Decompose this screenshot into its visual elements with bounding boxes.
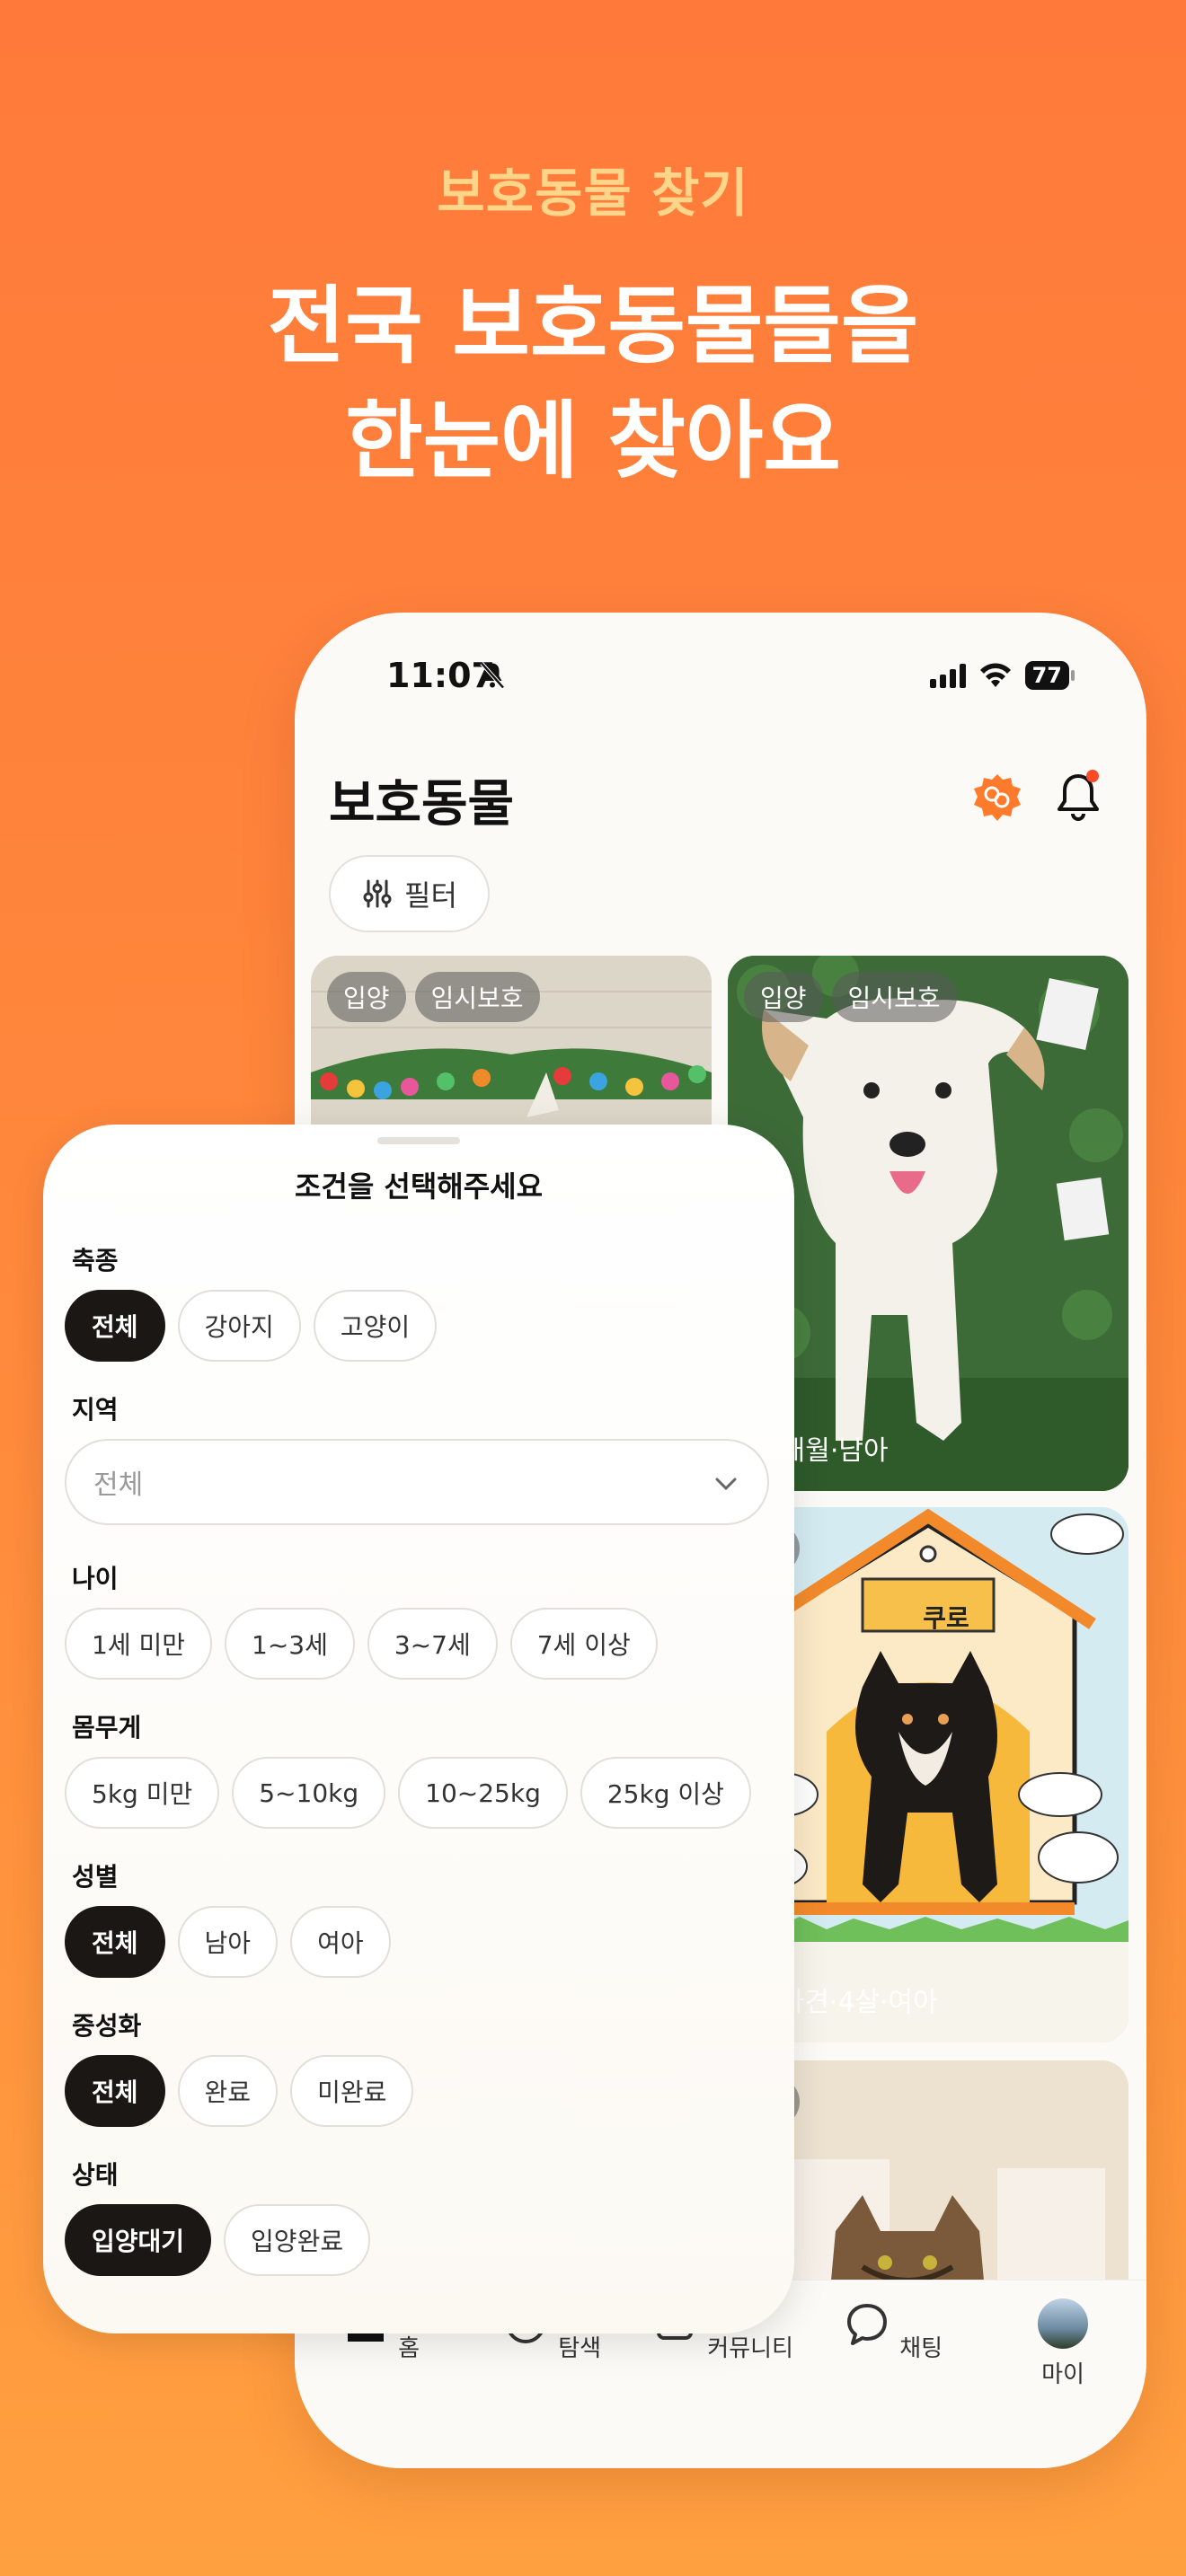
sex-chip-all[interactable]: 전체 (65, 1906, 165, 1978)
tag-adopt: 입양 (744, 972, 823, 1022)
tab-label: 마이 (1041, 2361, 1084, 2388)
card-tags: 입양 임시보호 (744, 972, 957, 1022)
house-sign: 쿠로 (923, 1603, 969, 1633)
status-chip-waiting[interactable]: 입양대기 (65, 2204, 212, 2276)
weight-chip[interactable]: 10~25kg (398, 1757, 568, 1829)
sex-chip-female[interactable]: 여아 (290, 1906, 391, 1978)
sheet-handle[interactable] (377, 1137, 460, 1144)
region-label: 지역 (72, 1395, 119, 1425)
app-logo-icon[interactable] (970, 771, 1024, 825)
weight-chip[interactable]: 5~10kg (232, 1757, 386, 1829)
notification-bell-icon[interactable] (1051, 767, 1105, 825)
wifi-icon (979, 663, 1011, 687)
sex-chips: 전체 남아 여아 (65, 1906, 391, 1978)
age-chip[interactable]: 1세 미만 (65, 1608, 212, 1680)
age-chip[interactable]: 1~3세 (225, 1608, 355, 1680)
neuter-chip-not-done[interactable]: 미완료 (290, 2055, 414, 2127)
age-label: 나이 (72, 1564, 119, 1593)
sliders-icon (363, 879, 392, 908)
card-tags: 입양 임시보호 (327, 972, 540, 1022)
age-chip[interactable]: 7세 이상 (509, 1608, 658, 1680)
hero-title-line2: 한눈에 찾아요 (345, 393, 841, 490)
filter-button[interactable]: 필터 (329, 855, 490, 932)
tab-my[interactable]: 마이 (978, 2298, 1146, 2389)
age-chips: 1세 미만 1~3세 3~7세 7세 이상 (65, 1608, 658, 1680)
species-chip-cat[interactable]: 고양이 (313, 1290, 438, 1362)
tab-chat[interactable]: 채팅 (807, 2298, 978, 2363)
page-title: 보호동물 (329, 775, 515, 834)
status-label: 상태 (72, 2160, 119, 2190)
species-chip-dog[interactable]: 강아지 (177, 1290, 301, 1362)
chat-bubble-icon (846, 2304, 887, 2345)
tab-label: 채팅 (899, 2335, 943, 2362)
weight-label: 몸무게 (72, 1713, 142, 1742)
tag-foster: 임시보호 (831, 972, 957, 1022)
species-chip-all[interactable]: 전체 (65, 1290, 165, 1362)
bell-off-icon (480, 662, 505, 689)
neuter-chip-done[interactable]: 완료 (177, 2055, 279, 2127)
neuter-label: 중성화 (72, 2011, 142, 2041)
avatar (1038, 2298, 1088, 2349)
weight-chip[interactable]: 5kg 미만 (65, 1757, 220, 1829)
age-chip[interactable]: 3~7세 (367, 1608, 498, 1680)
status-chip-adopted[interactable]: 입양완료 (224, 2204, 371, 2276)
hero-title: 전국 보호동물들을 한눈에 찾아요 (0, 269, 1186, 499)
hero-title-line1: 전국 보호동물들을 (267, 278, 919, 375)
cellular-signal-icon (929, 663, 966, 688)
tab-label: 탐색 (558, 2335, 602, 2362)
tab-label: 커뮤니티 (707, 2335, 793, 2362)
neuter-chip-all[interactable]: 전체 (65, 2055, 165, 2127)
weight-chip[interactable]: 25kg 이상 (580, 1757, 751, 1829)
filter-label: 필터 (404, 878, 457, 913)
filter-sheet: 조건을 선택해주세요 축종 전체 강아지 고양이 지역 전체 나이 1세 미만 … (43, 1125, 794, 2333)
sheet-title: 조건을 선택해주세요 (294, 1169, 544, 1204)
status-indicators: 77 (929, 661, 1075, 690)
region-select[interactable]: 전체 (65, 1439, 769, 1525)
region-value: 전체 (93, 1469, 144, 1501)
status-chips: 입양대기 입양완료 (65, 2204, 371, 2276)
tab-label: 홈 (398, 2335, 420, 2362)
weight-chips: 5kg 미만 5~10kg 10~25kg 25kg 이상 (65, 1757, 751, 1829)
sex-label: 성별 (72, 1862, 119, 1892)
sex-chip-male[interactable]: 남아 (177, 1906, 279, 1978)
hero-subtitle: 보호동물 찾기 (437, 163, 749, 224)
status-bar: 11:07 77 (295, 656, 1146, 710)
tag-foster: 임시보호 (414, 972, 540, 1022)
battery-indicator: 77 (1024, 661, 1075, 690)
chevron-down-icon (715, 1478, 737, 1491)
species-chips: 전체 강아지 고양이 (65, 1290, 438, 1362)
species-label: 축종 (72, 1246, 119, 1275)
tag-adopt: 입양 (327, 972, 406, 1022)
neuter-chips: 전체 완료 미완료 (65, 2055, 414, 2127)
